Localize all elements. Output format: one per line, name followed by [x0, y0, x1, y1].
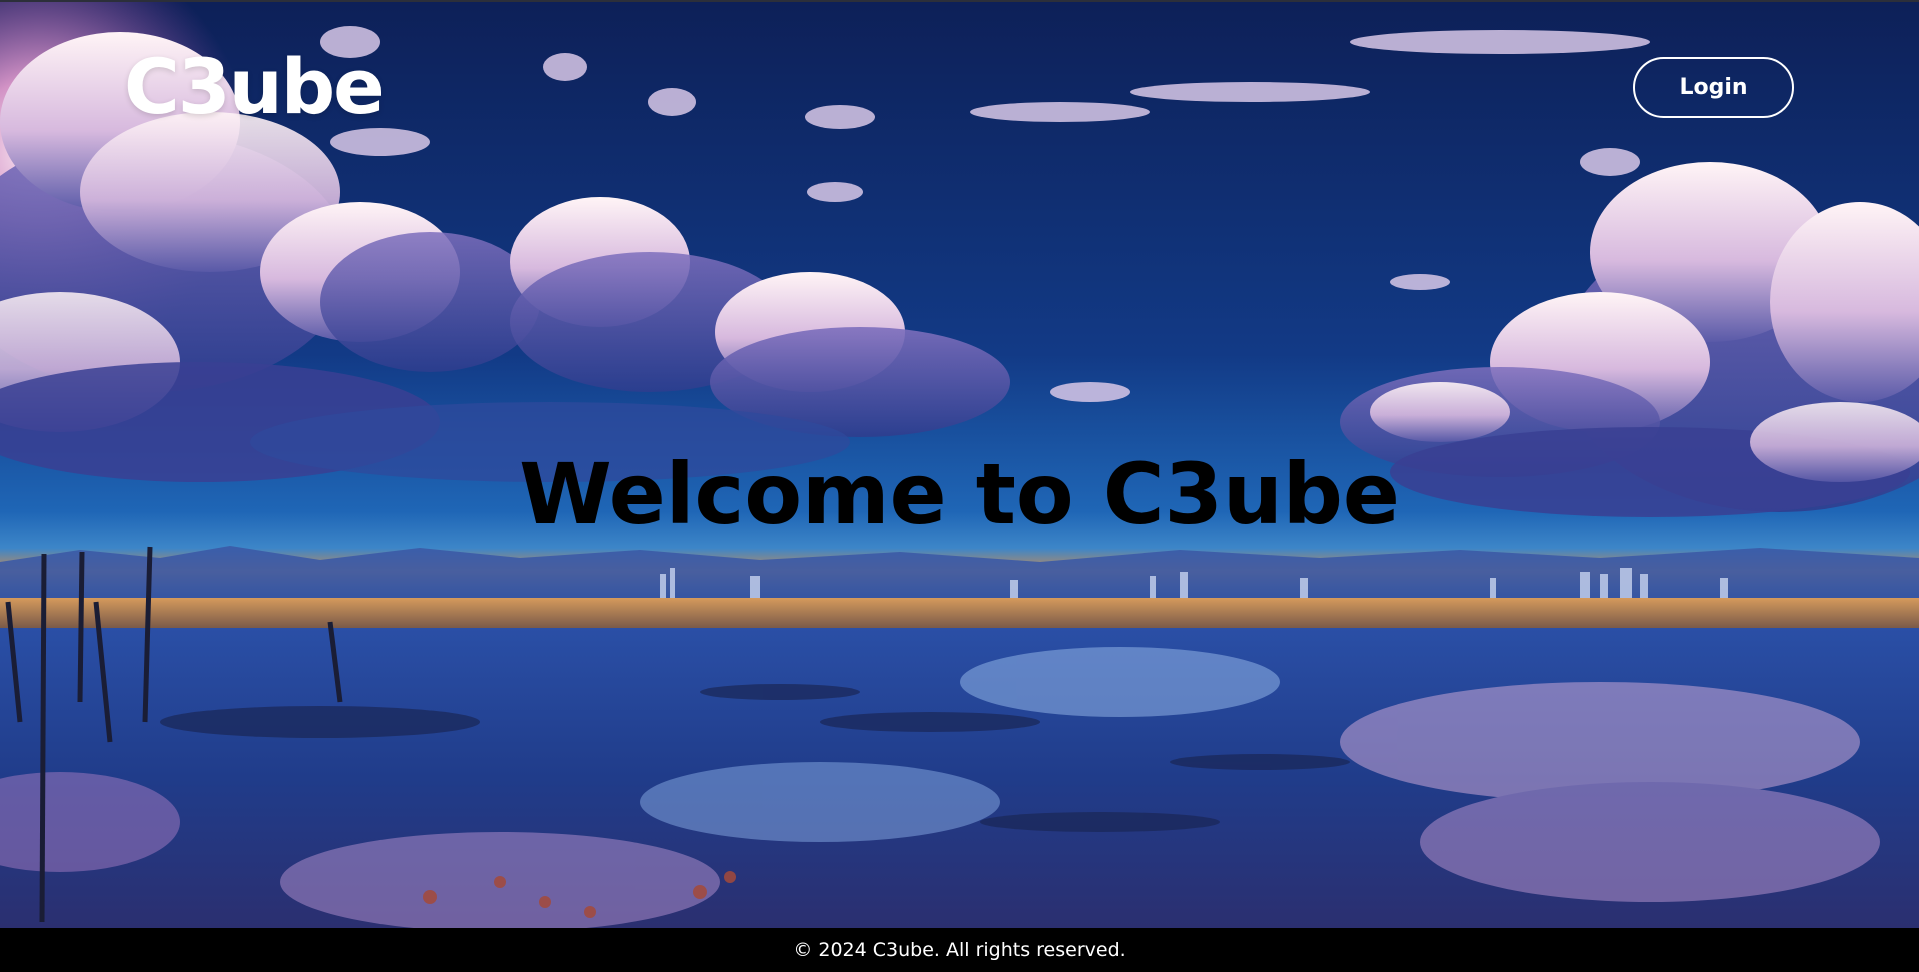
top-border: [0, 0, 1919, 2]
footer: © 2024 C3ube. All rights reserved.: [0, 928, 1919, 972]
login-button[interactable]: Login: [1633, 57, 1794, 118]
landing-page: C3ube Login Welcome to C3ube © 2024 C3ub…: [0, 0, 1919, 972]
logo[interactable]: C3ube: [124, 42, 385, 132]
hero-headline: Welcome to C3ube: [519, 445, 1400, 543]
hero-background: C3ube Login Welcome to C3ube: [0, 2, 1919, 928]
footer-copyright: © 2024 C3ube. All rights reserved.: [793, 939, 1126, 961]
